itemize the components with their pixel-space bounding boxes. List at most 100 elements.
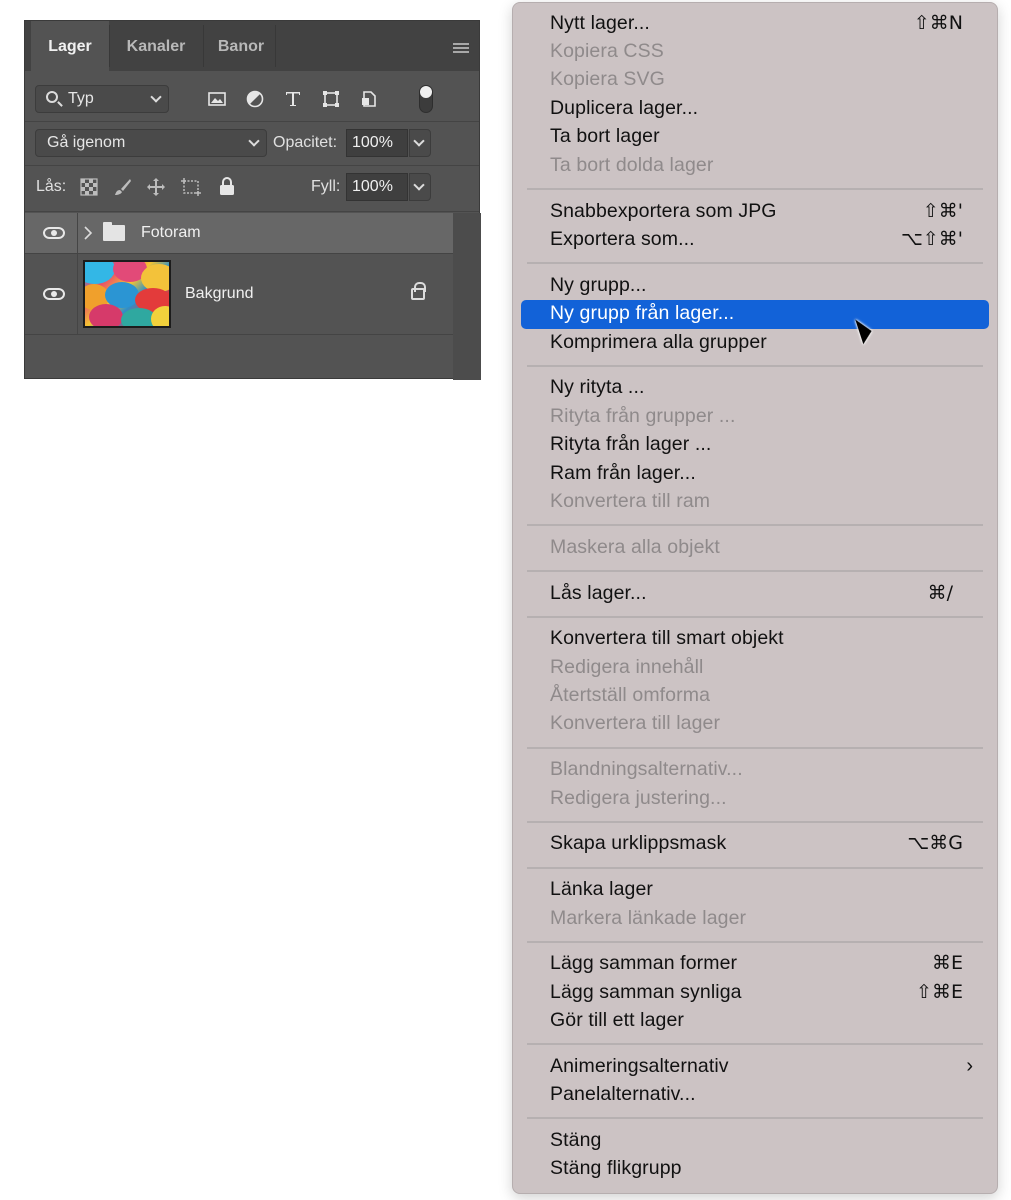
fill-dropdown[interactable] — [409, 173, 431, 201]
menu-item-skapa-urklippsmask[interactable]: Skapa urklippsmask — [550, 829, 726, 857]
image-icon[interactable] — [207, 89, 227, 109]
lock-move-icon[interactable] — [146, 177, 166, 197]
menu-item-kopiera-css: Kopiera CSS — [550, 40, 664, 62]
fill-input[interactable]: 100% — [346, 173, 408, 201]
shortcut-skapa-urklippsmask: ⌥⌘G — [907, 832, 963, 854]
menu-item-rityta-fran-grupper: Rityta från grupper ... — [550, 405, 736, 427]
divider — [77, 254, 78, 334]
menu-item-konvertera-till-ram: Konvertera till ram — [550, 490, 711, 512]
menu-item-konvertera-till-lager: Konvertera till lager — [550, 712, 721, 734]
menu-item-snabbexportera[interactable]: Snabbexportera som JPG — [550, 197, 777, 225]
menu-item-kopiera-svg: Kopiera SVG — [550, 68, 665, 90]
menu-item-duplicera-lager[interactable]: Duplicera lager... — [550, 94, 698, 122]
shortcut-lagg-samman-synliga: ⇧⌘E — [916, 981, 963, 1003]
layers-panel: Lager Kanaler Banor Typ Gå igenom Opacit… — [24, 20, 481, 380]
divider — [25, 121, 479, 122]
layers-panel-context-menu: Nytt lager... ⇧⌘N Kopiera CSS Kopiera SV… — [512, 2, 998, 1194]
layer-row-fotoram[interactable]: Fotoram — [25, 213, 453, 253]
lock-icon[interactable] — [411, 282, 426, 300]
smart-object-icon[interactable] — [359, 89, 379, 109]
menu-item-markera-lankade-lager: Markera länkade lager — [550, 907, 747, 929]
filter-toggle[interactable] — [419, 85, 433, 113]
folder-icon — [103, 222, 125, 241]
menu-item-lagg-samman-synliga[interactable]: Lägg samman synliga — [550, 978, 742, 1006]
tab-kanaler[interactable]: Kanaler — [109, 21, 203, 71]
menu-item-ram-fran-lager[interactable]: Ram från lager... — [550, 459, 696, 487]
menu-item-lagg-samman-former[interactable]: Lägg samman former — [550, 949, 737, 977]
menu-item-stang-flikgrupp[interactable]: Stäng flikgrupp — [550, 1154, 682, 1182]
divider — [77, 213, 78, 253]
chevron-down-icon — [413, 135, 425, 147]
divider — [25, 334, 453, 335]
menu-item-ny-rityta[interactable]: Ny rityta ... — [550, 373, 644, 401]
lock-paint-icon[interactable] — [113, 177, 133, 197]
shortcut-lagg-samman-former: ⌘E — [931, 952, 963, 974]
filter-kind-value: Typ — [68, 90, 94, 107]
menu-item-ta-bort-lager[interactable]: Ta bort lager — [550, 122, 660, 150]
chevron-down-icon — [413, 179, 425, 191]
menu-item-exportera-som[interactable]: Exportera som... — [550, 225, 695, 253]
shortcut-nytt-lager: ⇧⌘N — [913, 12, 963, 34]
menu-separator — [527, 941, 983, 943]
blend-mode-select[interactable]: Gå igenom — [35, 129, 267, 157]
menu-separator — [527, 821, 983, 823]
menu-item-ny-grupp-fran-lager[interactable]: Ny grupp från lager... — [550, 299, 734, 327]
menu-item-aterstall-omforma: Återtställ omforma — [550, 684, 711, 706]
submenu-arrow-icon: › — [966, 1055, 973, 1077]
divider — [25, 211, 479, 212]
panel-scrollbar[interactable] — [453, 213, 481, 380]
filter-kind-select[interactable]: Typ — [35, 85, 169, 113]
lock-artboard-icon[interactable] — [180, 177, 202, 197]
menu-item-gor-till-ett-lager[interactable]: Gör till ett lager — [550, 1006, 684, 1034]
shortcut-snabbexportera: ⇧⌘' — [922, 200, 963, 222]
chevron-down-icon — [150, 91, 162, 103]
menu-separator — [527, 188, 983, 190]
shortcut-exportera-som: ⌥⇧⌘' — [900, 228, 963, 250]
divider — [25, 165, 479, 166]
tab-divider — [203, 25, 204, 67]
menu-separator — [527, 570, 983, 572]
menu-item-redigera-justering: Redigera justering... — [550, 787, 727, 809]
menu-item-ny-grupp[interactable]: Ny grupp... — [550, 271, 646, 299]
type-icon[interactable] — [283, 89, 303, 109]
lock-transparent-icon[interactable] — [80, 178, 98, 196]
layer-name: Bakgrund — [185, 285, 254, 302]
menu-separator — [527, 747, 983, 749]
panel-tab-bar: Lager Kanaler Banor — [25, 21, 479, 71]
menu-item-rityta-fran-lager[interactable]: Rityta från lager ... — [550, 430, 711, 458]
chevron-right-icon[interactable] — [83, 226, 93, 240]
menu-item-stang[interactable]: Stäng — [550, 1126, 601, 1154]
layer-thumbnail — [83, 260, 171, 328]
adjustment-icon[interactable] — [245, 89, 265, 109]
menu-separator — [527, 1117, 983, 1119]
menu-item-animeringsalternativ[interactable]: Animeringsalternativ — [550, 1052, 729, 1080]
chevron-down-icon — [248, 135, 260, 147]
tab-lager[interactable]: Lager — [31, 21, 109, 71]
menu-item-nytt-lager[interactable]: Nytt lager... — [550, 9, 650, 37]
lock-all-icon[interactable] — [218, 176, 236, 196]
panel-menu-icon[interactable] — [453, 43, 469, 53]
menu-item-konvertera-till-smart-objekt[interactable]: Konvertera till smart objekt — [550, 624, 784, 652]
menu-item-lanka-lager[interactable]: Länka lager — [550, 875, 653, 903]
tab-divider — [275, 25, 276, 67]
menu-item-komprimera-alla-grupper[interactable]: Komprimera alla grupper — [550, 328, 767, 356]
opacity-dropdown[interactable] — [409, 129, 431, 157]
opacity-input[interactable]: 100% — [346, 129, 408, 157]
menu-item-las-lager[interactable]: Lås lager... — [550, 579, 647, 607]
eye-icon[interactable] — [43, 227, 65, 239]
menu-item-ta-bort-dolda-lager: Ta bort dolda lager — [550, 154, 714, 176]
opacity-label: Opacitet: — [273, 134, 338, 151]
lock-label: Lås: — [36, 178, 67, 195]
shape-icon[interactable] — [321, 89, 341, 109]
menu-separator — [527, 365, 983, 367]
menu-item-panelalternativ[interactable]: Panelalternativ... — [550, 1080, 696, 1108]
blend-mode-value: Gå igenom — [47, 134, 126, 151]
layer-name: Fotoram — [141, 224, 201, 241]
tab-banor[interactable]: Banor — [205, 21, 277, 71]
menu-separator — [527, 262, 983, 264]
eye-icon[interactable] — [43, 288, 65, 300]
shortcut-las-lager: ⌘/ — [927, 582, 953, 604]
menu-item-maskera-alla-objekt: Maskera alla objekt — [550, 536, 720, 558]
layer-row-bakgrund[interactable]: Bakgrund — [25, 254, 453, 334]
menu-item-redigera-innehall: Redigera innehåll — [550, 656, 704, 678]
